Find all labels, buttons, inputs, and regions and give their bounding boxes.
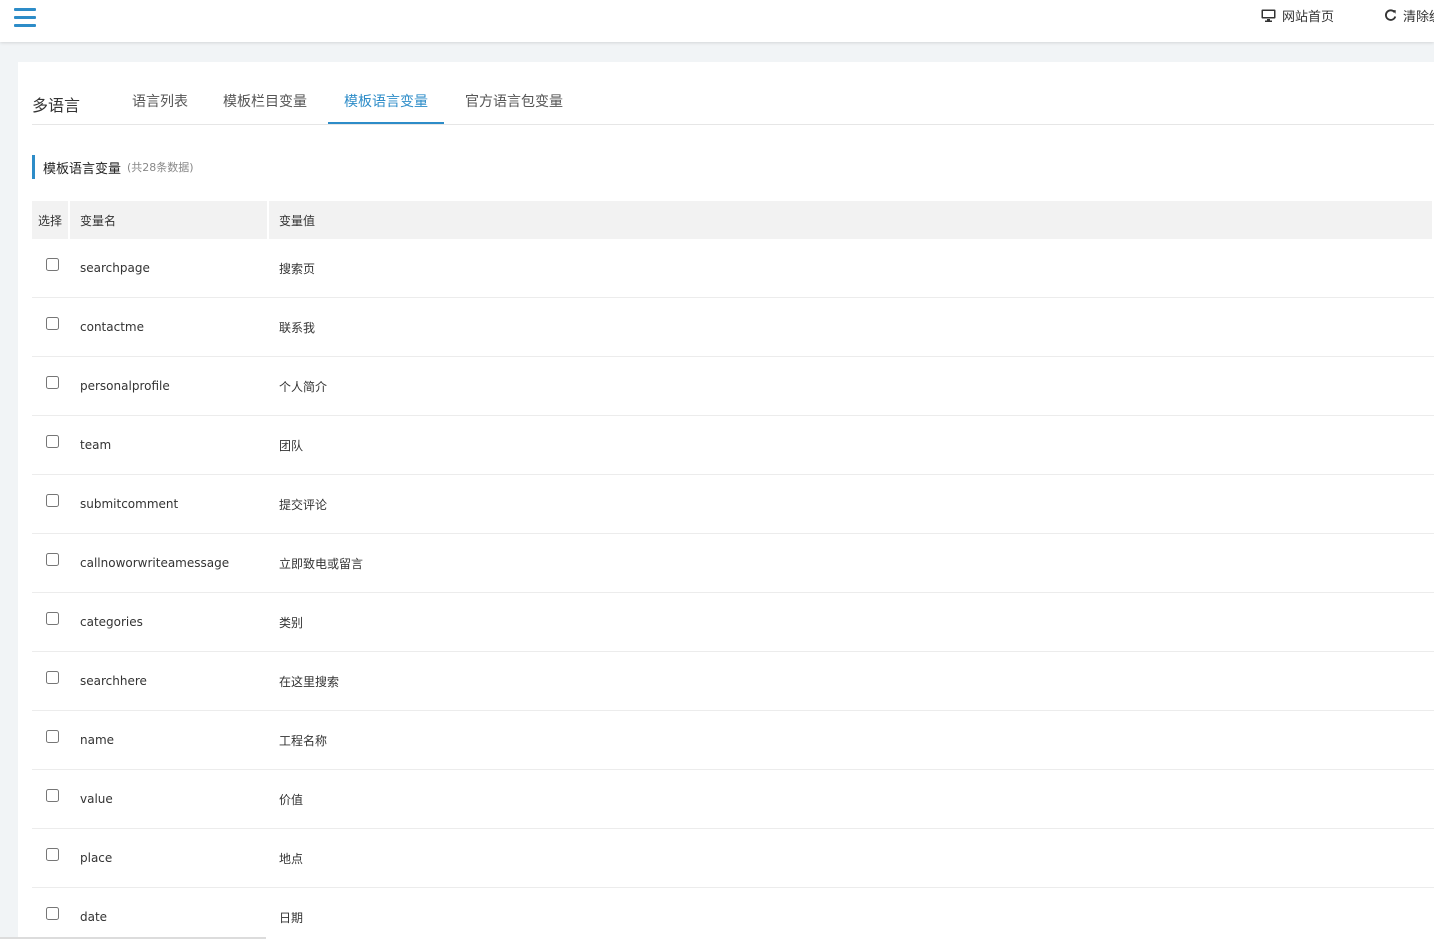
refresh-icon bbox=[1384, 8, 1397, 22]
tab-bar: 多语言 语言列表 模板栏目变量 模板语言变量 官方语言包变量 bbox=[32, 82, 1434, 125]
variable-value-cell: 搜索页 bbox=[269, 239, 1434, 298]
row-checkbox[interactable] bbox=[46, 671, 59, 684]
variable-value-cell: 工程名称 bbox=[269, 711, 1434, 770]
row-checkbox[interactable] bbox=[46, 494, 59, 507]
tab-template-language-variables[interactable]: 模板语言变量 bbox=[328, 82, 444, 124]
content-panel: 多语言 语言列表 模板栏目变量 模板语言变量 官方语言包变量 模板语言变量 (共… bbox=[18, 62, 1434, 939]
table-row: searchpage 搜索页 bbox=[32, 239, 1434, 298]
row-checkbox[interactable] bbox=[46, 553, 59, 566]
top-bar: 网站首页 清除缓存 bbox=[0, 0, 1434, 42]
section-title: 模板语言变量 (共28条数据) bbox=[32, 155, 194, 179]
table-row: date 日期 bbox=[32, 888, 1434, 939]
website-home-label: 网站首页 bbox=[1282, 9, 1335, 25]
header-variable-name: 变量名 bbox=[70, 201, 269, 239]
variable-name-cell: name bbox=[70, 711, 269, 770]
variable-value-cell: 个人简介 bbox=[269, 357, 1434, 416]
tab-official-language-pack-variables[interactable]: 官方语言包变量 bbox=[449, 82, 579, 123]
table-row: name 工程名称 bbox=[32, 711, 1434, 770]
table-row: place 地点 bbox=[32, 829, 1434, 888]
table-row: value 价值 bbox=[32, 770, 1434, 829]
variable-name-cell: searchhere bbox=[70, 652, 269, 711]
variable-name-cell: callnoworwriteamessage bbox=[70, 534, 269, 593]
row-checkbox[interactable] bbox=[46, 612, 59, 625]
record-count: (共28条数据) bbox=[127, 161, 194, 174]
row-checkbox[interactable] bbox=[46, 435, 59, 448]
table-row: contactme 联系我 bbox=[32, 298, 1434, 357]
variable-name-cell: personalprofile bbox=[70, 357, 269, 416]
section-title-text: 模板语言变量 bbox=[43, 161, 122, 177]
row-checkbox[interactable] bbox=[46, 258, 59, 271]
variable-name-cell: value bbox=[70, 770, 269, 829]
tabs-title: 多语言 bbox=[32, 96, 81, 115]
table-row: personalprofile 个人简介 bbox=[32, 357, 1434, 416]
row-checkbox[interactable] bbox=[46, 730, 59, 743]
website-home-link[interactable]: 网站首页 bbox=[1261, 6, 1335, 25]
variable-value-cell: 在这里搜索 bbox=[269, 652, 1434, 711]
variable-name-cell: date bbox=[70, 888, 269, 939]
variable-value-cell: 日期 bbox=[269, 888, 1434, 939]
table-row: team 团队 bbox=[32, 416, 1434, 475]
table-row: submitcomment 提交评论 bbox=[32, 475, 1434, 534]
hamburger-menu-icon[interactable] bbox=[14, 8, 36, 28]
header-variable-value: 变量值 bbox=[269, 201, 1434, 239]
variable-value-cell: 地点 bbox=[269, 829, 1434, 888]
variable-name-cell: categories bbox=[70, 593, 269, 652]
header-select: 选择 bbox=[32, 201, 70, 239]
clear-cache-label: 清除缓存 bbox=[1403, 9, 1434, 25]
tab-template-column-variables[interactable]: 模板栏目变量 bbox=[207, 82, 323, 123]
variable-name-cell: submitcomment bbox=[70, 475, 269, 534]
tab-language-list[interactable]: 语言列表 bbox=[116, 82, 204, 123]
variable-value-cell: 联系我 bbox=[269, 298, 1434, 357]
variable-value-cell: 立即致电或留言 bbox=[269, 534, 1434, 593]
table-row: categories 类别 bbox=[32, 593, 1434, 652]
row-checkbox[interactable] bbox=[46, 848, 59, 861]
variable-value-cell: 价值 bbox=[269, 770, 1434, 829]
variable-value-cell: 类别 bbox=[269, 593, 1434, 652]
table-row: searchhere 在这里搜索 bbox=[32, 652, 1434, 711]
row-checkbox[interactable] bbox=[46, 907, 59, 920]
monitor-icon bbox=[1261, 9, 1276, 22]
variable-name-cell: place bbox=[70, 829, 269, 888]
row-checkbox[interactable] bbox=[46, 789, 59, 802]
variable-value-cell: 提交评论 bbox=[269, 475, 1434, 534]
variable-value-cell: 团队 bbox=[269, 416, 1434, 475]
variable-name-cell: team bbox=[70, 416, 269, 475]
variables-table: 选择 变量名 变量值 searchpage 搜索页 contactme 联系我 … bbox=[32, 201, 1434, 939]
variable-name-cell: contactme bbox=[70, 298, 269, 357]
row-checkbox[interactable] bbox=[46, 376, 59, 389]
clear-cache-link[interactable]: 清除缓存 bbox=[1384, 6, 1434, 25]
row-checkbox[interactable] bbox=[46, 317, 59, 330]
variable-name-cell: searchpage bbox=[70, 239, 269, 298]
table-row: callnoworwriteamessage 立即致电或留言 bbox=[32, 534, 1434, 593]
table-header-row: 选择 变量名 变量值 bbox=[32, 201, 1434, 239]
